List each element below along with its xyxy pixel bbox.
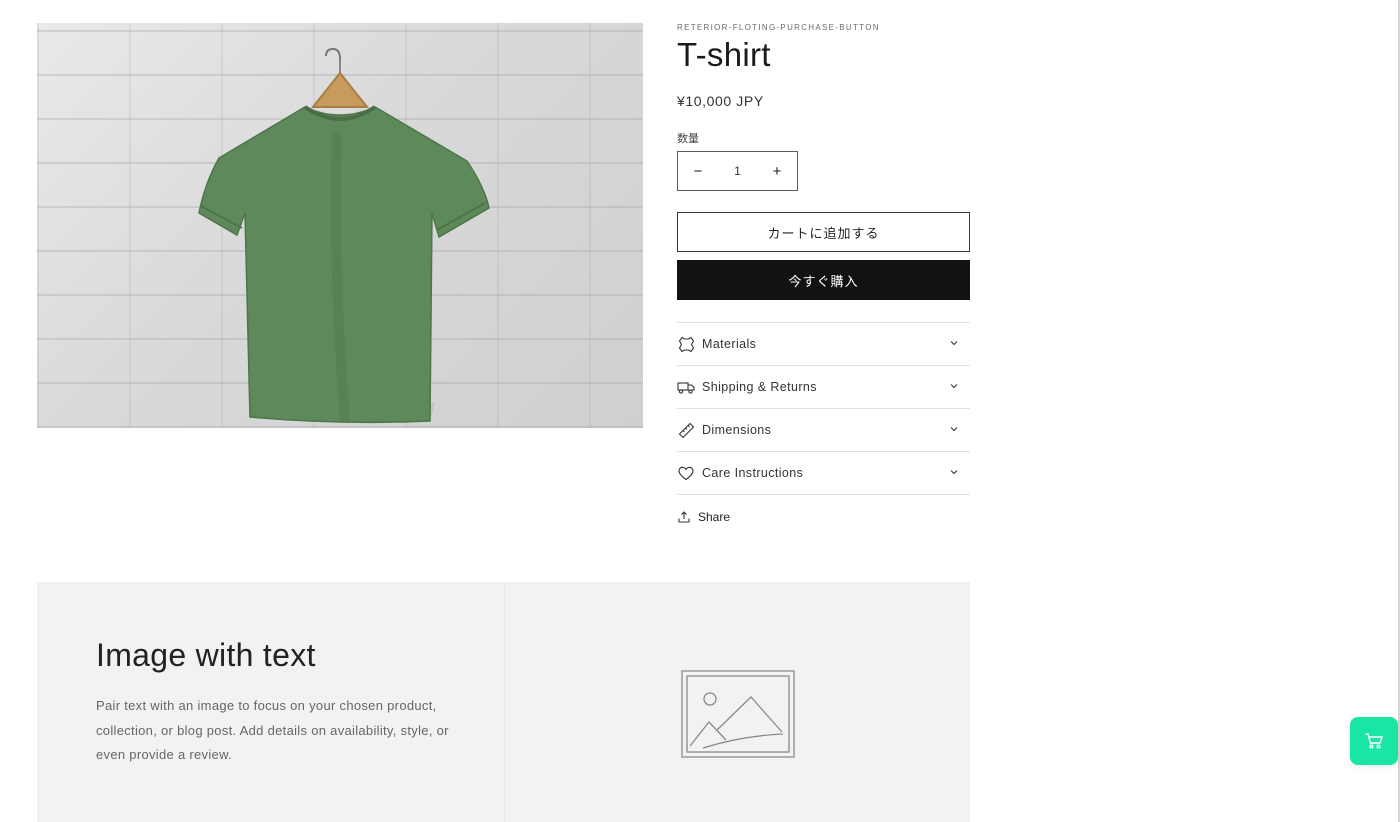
accordion-shipping-returns[interactable]: Shipping & Returns bbox=[677, 366, 970, 409]
truck-icon bbox=[677, 378, 695, 396]
quantity-stepper: − 1 + bbox=[677, 151, 798, 191]
accordion-care-instructions[interactable]: Care Instructions bbox=[677, 452, 970, 495]
accordion-materials[interactable]: Materials bbox=[677, 323, 970, 366]
image-with-text-section: Image with text Pair text with an image … bbox=[37, 582, 970, 822]
accordion-label: Shipping & Returns bbox=[702, 380, 817, 394]
image-with-text-body: Pair text with an image to focus on your… bbox=[96, 698, 449, 762]
leather-icon bbox=[677, 335, 695, 353]
accordion-label: Dimensions bbox=[702, 423, 772, 437]
product-image[interactable] bbox=[37, 23, 643, 428]
buy-now-button[interactable]: 今すぐ購入 bbox=[677, 260, 970, 300]
share-button[interactable]: Share bbox=[677, 510, 730, 524]
product-vendor: RETERIOR-FLOTING-PURCHASE-BUTTON bbox=[677, 23, 880, 32]
floating-cart-button[interactable] bbox=[1350, 717, 1398, 765]
quantity-label: 数量 bbox=[677, 133, 699, 145]
chevron-down-icon bbox=[950, 341, 958, 346]
product-price: ¥10,000 JPY bbox=[677, 93, 764, 109]
section-divider bbox=[504, 582, 505, 822]
product-accordion: Materials Shipping & Returns Dimensions … bbox=[677, 322, 970, 495]
heart-icon bbox=[677, 464, 695, 482]
quantity-increase-button[interactable]: + bbox=[757, 152, 797, 190]
quantity-decrease-button[interactable]: − bbox=[678, 152, 718, 190]
accordion-label: Materials bbox=[702, 337, 757, 351]
accordion-dimensions[interactable]: Dimensions bbox=[677, 409, 970, 452]
chevron-down-icon bbox=[950, 384, 958, 389]
share-icon bbox=[678, 511, 690, 523]
cart-icon bbox=[1365, 733, 1383, 749]
chevron-down-icon bbox=[950, 470, 958, 475]
chevron-down-icon bbox=[950, 427, 958, 432]
share-label: Share bbox=[698, 510, 731, 524]
ruler-icon bbox=[677, 421, 695, 439]
product-title: T-shirt bbox=[677, 36, 771, 73]
image-placeholder-icon bbox=[681, 670, 795, 758]
accordion-label: Care Instructions bbox=[702, 466, 804, 480]
add-to-cart-button[interactable]: カートに追加する bbox=[677, 212, 970, 252]
quantity-input[interactable]: 1 bbox=[734, 164, 741, 178]
image-with-text-title: Image with text bbox=[96, 637, 316, 673]
